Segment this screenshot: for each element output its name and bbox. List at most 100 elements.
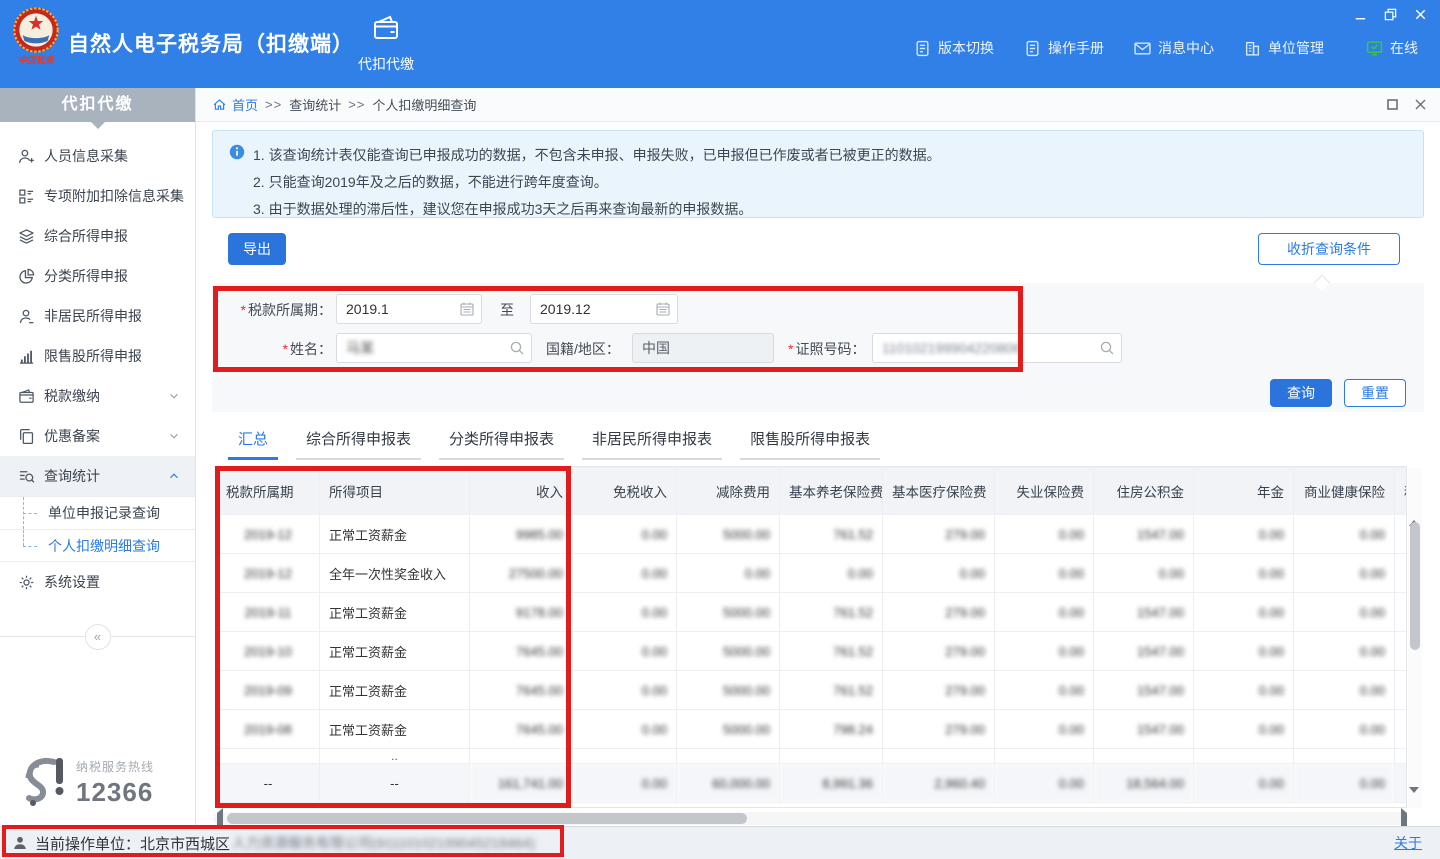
period-from-value: 2019.1 [346, 301, 389, 317]
mail-icon [1134, 40, 1151, 57]
query-button[interactable]: 查询 [1270, 379, 1332, 407]
sidebar-item-查询统计[interactable]: 查询统计 [0, 456, 195, 496]
cell: 0.00 [883, 554, 995, 593]
guide-line [23, 546, 37, 547]
org-icon [1244, 40, 1261, 57]
tab-非居民所得申报表[interactable]: 非居民所得申报表 [582, 428, 722, 460]
header-menu-item-操作手册[interactable]: 操作手册 [1024, 38, 1104, 58]
required-mark: * [241, 302, 246, 318]
sidebar-item-label: 优惠备案 [44, 426, 100, 446]
sidebar-item-label: 非居民所得申报 [44, 306, 142, 326]
id-number-input[interactable]: 110102199904220806 [872, 333, 1122, 363]
sidebar-item-综合所得申报[interactable]: 综合所得申报 [0, 216, 195, 256]
sidebar-item-label: 综合所得申报 [44, 226, 128, 246]
scroll-right-arrow-icon[interactable] [1397, 813, 1408, 824]
online-status: 在线 [1366, 38, 1418, 58]
main-content: 1. 该查询统计表仅能查询已申报成功的数据，不包含未申报、申报失败，已申报但已作… [196, 122, 1440, 826]
tab-综合所得申报表[interactable]: 综合所得申报表 [296, 428, 421, 460]
sidebar-item-人员信息采集[interactable]: 人员信息采集 [0, 136, 195, 176]
vertical-scroll-thumb[interactable] [1410, 522, 1420, 650]
sidebar-item-系统设置[interactable]: 系统设置 [0, 562, 195, 602]
minimize-icon[interactable] [1350, 5, 1370, 23]
sidebar-item-label: 税款缴纳 [44, 386, 100, 406]
scroll-up-arrow-icon[interactable] [1409, 504, 1421, 516]
panel-close-icon[interactable] [1414, 98, 1428, 112]
close-icon[interactable] [1410, 5, 1430, 23]
nationality-label: 国籍/地区： [546, 339, 620, 359]
panel-controls [1386, 98, 1428, 112]
restore-icon[interactable] [1380, 5, 1400, 23]
period-to-input[interactable]: 2019.12 [530, 294, 678, 324]
sidebar-subitem-个人扣缴明细查询[interactable]: 个人扣缴明细查询 [0, 529, 195, 562]
header-menu-item-版本切换[interactable]: 版本切换 [914, 38, 994, 58]
sidebar-item-非居民所得申报[interactable]: 非居民所得申报 [0, 296, 195, 336]
sidebar-item-label: 查询统计 [44, 466, 100, 486]
column-header-税款所属期: 税款所属期 [217, 468, 320, 515]
cell: 0.00 [995, 710, 1094, 749]
tab-daikou-daijiao[interactable]: 代扣代缴 [346, 13, 426, 74]
required-mark: * [788, 341, 793, 357]
calendar-icon[interactable] [459, 301, 475, 317]
column-header-收入: 收入 [470, 468, 573, 515]
cell: 0.00 [1194, 593, 1294, 632]
scroll-left-arrow-icon[interactable] [213, 813, 224, 824]
sidebar-collapse-button[interactable]: « [85, 624, 111, 650]
collapse-query-button[interactable]: 收折查询条件 [1258, 233, 1400, 265]
cell: 0.00 [1194, 710, 1294, 749]
tab-分类所得申报表[interactable]: 分类所得申报表 [439, 428, 564, 460]
summary-cell: 0.00 [573, 764, 677, 803]
sidebar-subitem-单位申报记录查询[interactable]: 单位申报记录查询 [0, 496, 195, 529]
table-row: 2019-09正常工资薪金7645.000.005000.00761.52279… [217, 671, 1408, 710]
horizontal-scroll-thumb[interactable] [227, 813, 747, 824]
summary-cell: 161,741.00 [470, 764, 573, 803]
cell [1395, 515, 1408, 554]
sidebar-item-限售股所得申报[interactable]: 限售股所得申报 [0, 336, 195, 376]
cell: 798.24 [780, 710, 883, 749]
breadcrumb-separator: >> [348, 97, 365, 112]
cell: 0.00 [1294, 515, 1395, 554]
calendar-icon[interactable] [655, 301, 671, 317]
online-status-label: 在线 [1390, 38, 1418, 58]
cell: 2019-12 [217, 554, 320, 593]
name-value: 马某 [346, 338, 374, 358]
cell: 5000.00 [677, 632, 780, 671]
summary-cell: 60,000.00 [677, 764, 780, 803]
notice-box: 1. 该查询统计表仅能查询已申报成功的数据，不包含未申报、申报失败，已申报但已作… [212, 130, 1424, 218]
cell: 0.00 [1194, 515, 1294, 554]
sidebar-header: 代扣代缴 [0, 88, 195, 122]
sidebar-item-专项附加扣除信息采集[interactable]: 专项附加扣除信息采集 [0, 176, 195, 216]
period-from-input[interactable]: 2019.1 [336, 294, 482, 324]
summary-cell: 2,960.40 [883, 764, 995, 803]
scroll-down-arrow-icon[interactable] [1409, 790, 1421, 802]
cell: 761.52 [780, 515, 883, 554]
horizontal-scrollbar[interactable] [213, 812, 1408, 825]
app-window: 中国税务 自然人电子税务局（扣缴端） 代扣代缴 版本切换操作手册消息中心单位管理… [0, 0, 1440, 859]
window-controls [1350, 5, 1430, 23]
hotline-block: 纳税服务热线 12366 [20, 756, 154, 808]
export-button[interactable]: 导出 [228, 233, 286, 265]
cell [1395, 632, 1408, 671]
panel-maximize-icon[interactable] [1386, 98, 1400, 112]
search-icon[interactable] [1099, 340, 1115, 356]
vertical-scrollbar[interactable] [1408, 468, 1422, 808]
reset-button[interactable]: 重置 [1344, 379, 1406, 407]
search-icon[interactable] [509, 340, 525, 356]
name-input[interactable]: 马某 [336, 333, 532, 363]
summary-cell: -- [217, 764, 320, 803]
cell: 正常工资薪金 [320, 515, 470, 554]
tab-汇总[interactable]: 汇总 [228, 428, 278, 460]
sidebar-item-分类所得申报[interactable]: 分类所得申报 [0, 256, 195, 296]
breadcrumb-home[interactable]: 首页 [212, 95, 258, 114]
cell: 27500.00 [470, 554, 573, 593]
tab-限售股所得申报表[interactable]: 限售股所得申报表 [740, 428, 880, 460]
sidebar-item-label: 系统设置 [44, 572, 100, 592]
sidebar-item-税款缴纳[interactable]: 税款缴纳 [0, 376, 195, 416]
breadcrumb-segment[interactable]: 查询统计 [289, 95, 341, 114]
cell: 0.00 [1294, 554, 1395, 593]
header-menu-item-单位管理[interactable]: 单位管理 [1244, 38, 1324, 58]
sidebar-item-优惠备案[interactable]: 优惠备案 [0, 416, 195, 456]
cell: 1547.00 [1094, 632, 1194, 671]
sidebar-subitem-label: 个人扣缴明细查询 [48, 538, 160, 554]
about-link[interactable]: 关于 [1394, 833, 1422, 853]
header-menu-item-消息中心[interactable]: 消息中心 [1134, 38, 1214, 58]
